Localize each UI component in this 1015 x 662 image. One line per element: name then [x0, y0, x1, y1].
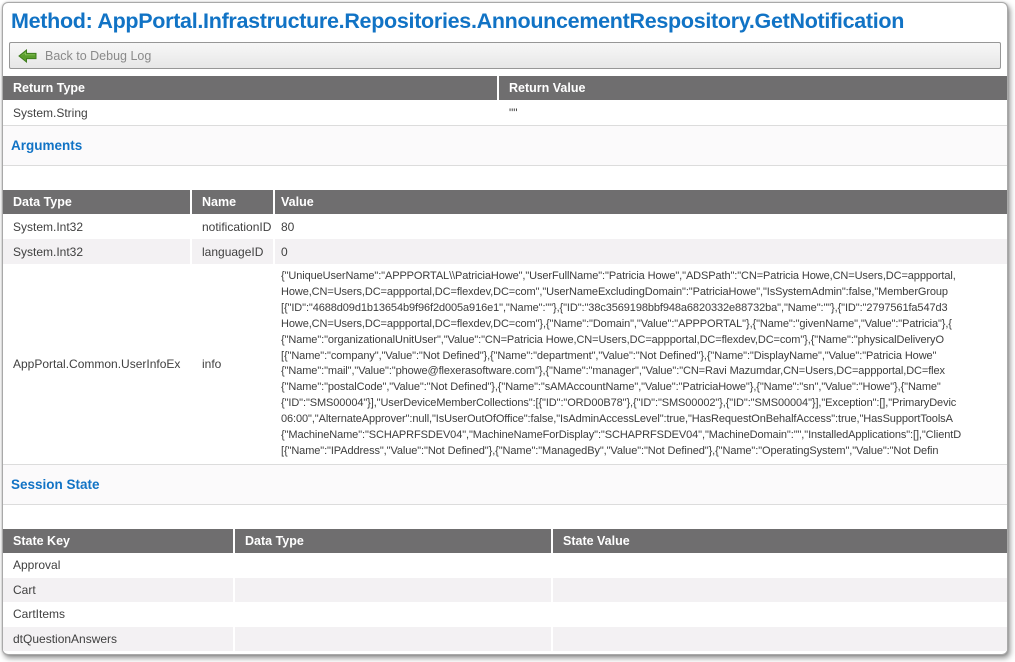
back-button-label: Back to Debug Log [45, 49, 151, 63]
arg-value: 0 [273, 239, 1007, 264]
arg-name: info [190, 264, 273, 464]
argument-row-languageID: System.Int32 languageID 0 [3, 239, 1007, 264]
json-value-line: {"Name":"postalCode","Value":"Not Define… [281, 380, 1007, 396]
state-value-header: State Value [551, 529, 1007, 553]
arg-data-type: System.Int32 [3, 239, 190, 264]
arg-value: 80 [273, 214, 1007, 239]
state-value [551, 553, 1007, 578]
page-title: Method: AppPortal.Infrastructure.Reposit… [3, 3, 1007, 40]
state-data-type [233, 553, 551, 578]
json-value-line: [{"Name":"IPAddress","Value":"Not Define… [281, 444, 1007, 460]
session-row-approval: Approval [3, 553, 1007, 578]
state-value [551, 627, 1007, 652]
state-data-type [233, 627, 551, 652]
json-value-line: Howe,CN=Users,DC=appportal,DC=flexdev,DC… [281, 317, 1007, 333]
arg-value-header: Value [273, 190, 1007, 214]
json-value-line: {"Name":"organizationalUnitUser","Value"… [281, 333, 1007, 349]
return-type-header: Return Type [3, 76, 497, 100]
arg-data-type: System.Int32 [3, 214, 190, 239]
session-state-table-header: State Key Data Type State Value [3, 529, 1007, 553]
back-to-debug-log-button[interactable]: Back to Debug Log [9, 42, 1001, 69]
state-data-type-header: Data Type [233, 529, 551, 553]
back-arrow-icon [18, 49, 37, 63]
state-key-header: State Key [3, 529, 233, 553]
spacer [3, 166, 1007, 190]
state-key: Cart [3, 578, 233, 603]
arguments-section-band: Arguments [3, 125, 1007, 166]
json-value-line: {"MachineName":"SCHAPRFSDEV04","MachineN… [281, 428, 1007, 444]
arg-data-type-header: Data Type [3, 190, 190, 214]
json-value-line: [{"ID":"4688d09d1b13654b9f96f2d005a916e1… [281, 301, 1007, 317]
json-value-line: {"UniqueUserName":"APPPORTAL\\PatriciaHo… [281, 269, 1007, 285]
state-key: CartItems [3, 602, 233, 627]
arg-value-json: {"UniqueUserName":"APPPORTAL\\PatriciaHo… [273, 264, 1007, 464]
arg-name: languageID [190, 239, 273, 264]
arguments-table-header: Data Type Name Value [3, 190, 1007, 214]
json-value-line: Howe,CN=Users,DC=appportal,DC=flexdev,DC… [281, 285, 1007, 301]
return-table-row: System.String "" [3, 100, 1007, 125]
state-value [551, 578, 1007, 603]
state-value [551, 602, 1007, 627]
session-row-cart: Cart [3, 578, 1007, 603]
return-type-value: System.String [3, 100, 497, 125]
return-table-header: Return Type Return Value [3, 76, 1007, 100]
arg-data-type: AppPortal.Common.UserInfoEx [3, 264, 190, 464]
session-state-section-band: Session State [3, 464, 1007, 505]
json-value-line: [{"Name":"company","Value":"Not Defined"… [281, 349, 1007, 365]
arguments-heading: Arguments [11, 138, 82, 153]
return-value-header: Return Value [497, 76, 1007, 100]
session-state-heading: Session State [11, 477, 100, 492]
return-value-value: "" [497, 100, 1007, 125]
arg-name-header: Name [190, 190, 273, 214]
spacer [3, 505, 1007, 529]
session-row-dtquestionanswers: dtQuestionAnswers [3, 627, 1007, 652]
debug-method-detail-page: Method: AppPortal.Infrastructure.Reposit… [2, 2, 1008, 655]
json-value-line: {"Name":"mail","Value":"phowe@flexerasof… [281, 364, 1007, 380]
arg-name: notificationID [190, 214, 273, 239]
state-key: Approval [3, 553, 233, 578]
session-row-cartitems: CartItems [3, 602, 1007, 627]
state-key: dtQuestionAnswers [3, 627, 233, 652]
argument-row-notificationID: System.Int32 notificationID 80 [3, 214, 1007, 239]
state-data-type [233, 602, 551, 627]
argument-row-info: AppPortal.Common.UserInfoEx info {"Uniqu… [3, 264, 1007, 464]
state-data-type [233, 578, 551, 603]
json-value-line: {"ID":"SMS00004"}],"UserDeviceMemberColl… [281, 396, 1007, 412]
json-value-line: 06:00","AlternateApprover":null,"IsUserO… [281, 412, 1007, 428]
